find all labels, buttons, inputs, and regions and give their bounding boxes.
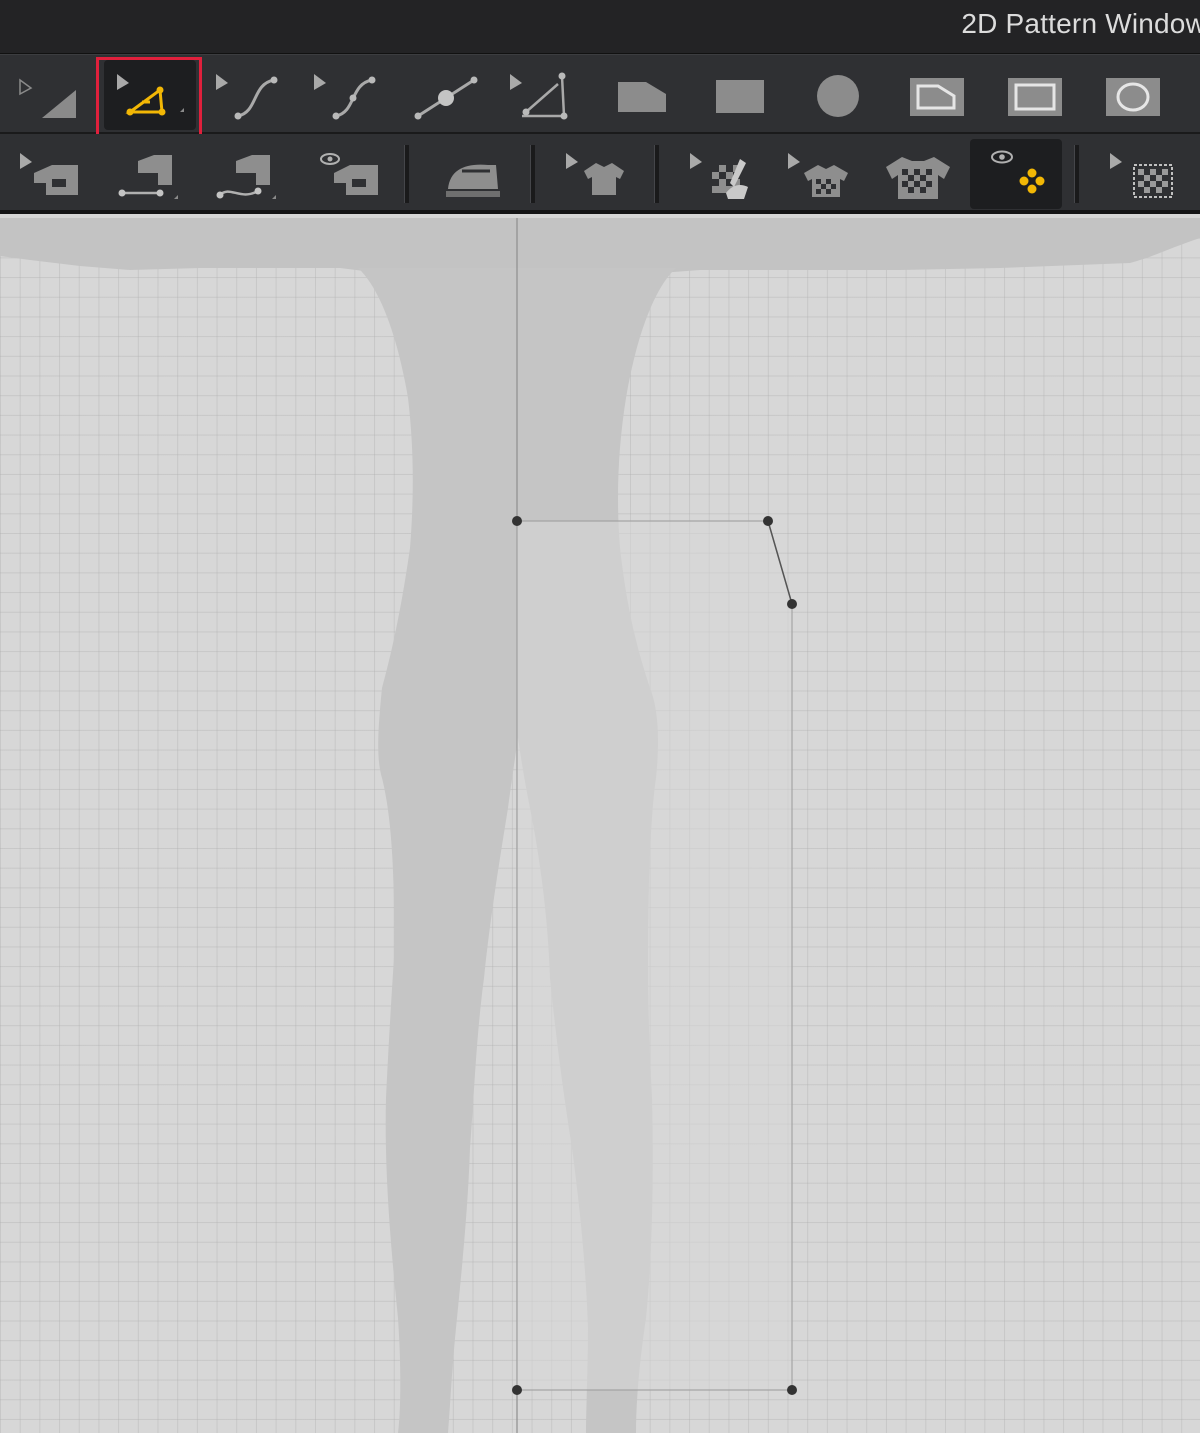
edit-curvature-button[interactable] <box>202 60 294 130</box>
pattern-point <box>787 1385 797 1395</box>
sewing-toolbar <box>0 134 1200 214</box>
pattern-canvas[interactable] <box>0 218 1200 1433</box>
pattern-toolbar <box>0 54 1200 134</box>
pattern-point <box>763 516 773 526</box>
show-points-icon <box>991 150 1045 194</box>
rectangle-button[interactable] <box>692 60 784 130</box>
edit-curvature-icon <box>216 74 278 120</box>
fold-ironing-button[interactable] <box>426 139 518 209</box>
toolbar-separator <box>404 145 409 203</box>
window-title: 2D Pattern Window <box>961 8 1200 39</box>
free-sewing-icon <box>216 155 276 199</box>
avatar-silhouette <box>0 218 1200 1433</box>
pattern-point <box>512 516 522 526</box>
pattern-point <box>512 1385 522 1395</box>
edit-point-icon <box>117 74 184 116</box>
circle-icon <box>817 75 859 117</box>
pattern-piece <box>516 520 793 1391</box>
toolbar-separator <box>1074 145 1079 203</box>
edit-sewing-button[interactable] <box>4 139 96 209</box>
transform-pattern-icon <box>19 78 76 118</box>
pattern-point <box>787 599 797 609</box>
polygon-icon <box>618 82 666 112</box>
iron-icon <box>446 164 500 197</box>
shirt-icon <box>566 153 624 195</box>
internal-rectangle-button[interactable] <box>986 60 1078 130</box>
toolbar-separator <box>530 145 535 203</box>
internal-rectangle-icon <box>1008 78 1062 116</box>
toolbar-separator <box>654 145 659 203</box>
texture-edit-icon <box>690 153 748 199</box>
edit-curve-point-button[interactable] <box>300 60 392 130</box>
internal-polygon-button[interactable] <box>888 60 980 130</box>
edit-point-button[interactable] <box>104 60 196 130</box>
edit-sewing-icon <box>20 153 78 195</box>
fabric-shirt-button[interactable] <box>872 139 964 209</box>
transform-pattern-button[interactable] <box>4 60 96 130</box>
edit-garment-button[interactable] <box>552 139 644 209</box>
segment-sewing-icon <box>118 155 178 199</box>
internal-line-button[interactable] <box>496 60 588 130</box>
polygon-button[interactable] <box>594 60 686 130</box>
fabric-shirt-icon <box>788 153 848 197</box>
edit-texture-button[interactable] <box>676 139 768 209</box>
window-titlebar: 2D Pattern Window <box>0 0 1200 54</box>
free-sewing-button[interactable] <box>200 139 292 209</box>
select-texture-button[interactable] <box>1096 139 1188 209</box>
internal-polygon-icon <box>910 78 964 116</box>
checker-shirt-icon <box>886 157 950 199</box>
check-sewing-button[interactable] <box>298 139 390 209</box>
curve-point-icon <box>314 74 376 120</box>
edit-fabric-button[interactable] <box>774 139 866 209</box>
internal-circle-button[interactable] <box>1084 60 1176 130</box>
add-point-button[interactable] <box>398 60 490 130</box>
segment-sewing-button[interactable] <box>102 139 194 209</box>
add-point-icon <box>414 76 478 120</box>
rectangle-icon <box>716 80 764 113</box>
show-points-button[interactable] <box>970 139 1062 209</box>
texture-select-icon <box>1110 153 1173 198</box>
internal-circle-icon <box>1106 78 1160 116</box>
check-sewing-icon <box>320 153 378 195</box>
circle-button[interactable] <box>790 60 882 130</box>
internal-line-icon <box>510 72 568 120</box>
